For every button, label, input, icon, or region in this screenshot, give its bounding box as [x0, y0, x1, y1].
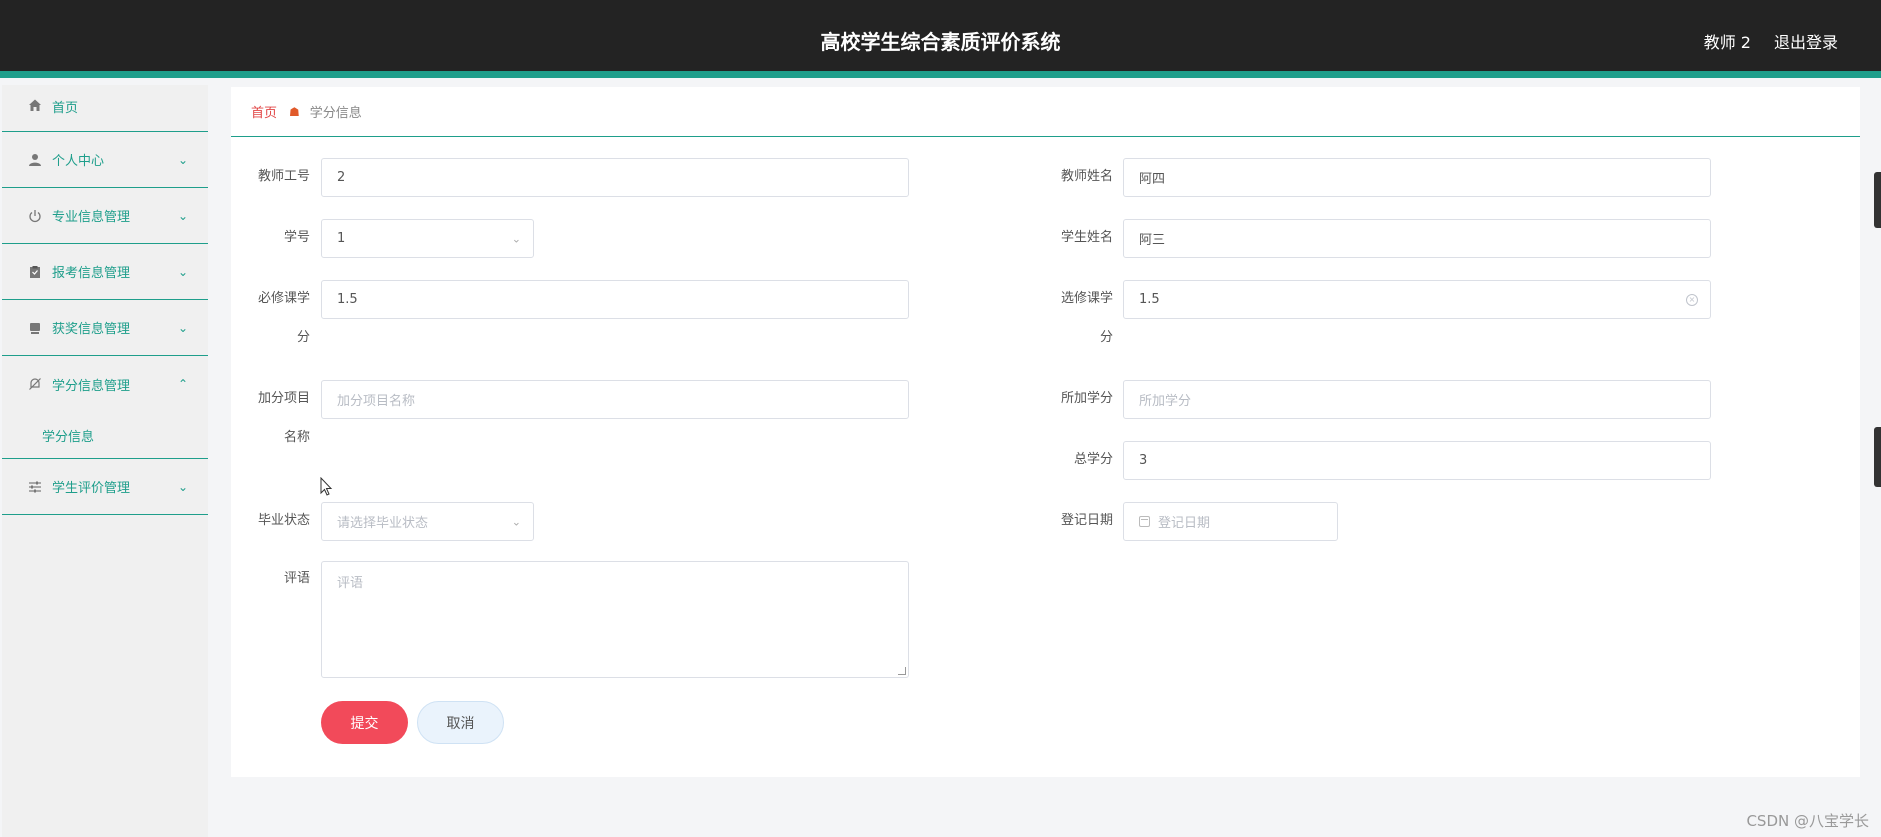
comment-textarea[interactable]: 评语 [321, 561, 909, 678]
chevron-up-icon: ⌃ [177, 377, 188, 391]
sidebar-item-label: 首页 [52, 101, 79, 116]
sidebar-subitem-credit-info[interactable]: 学分信息 [2, 412, 208, 459]
bonus-item-input[interactable]: 加分项目名称 [321, 380, 909, 419]
bonus-item-label: 加分项目 [257, 391, 310, 406]
required-credits-label: 必修课学 [257, 291, 310, 306]
graduation-status-label: 毕业状态 [257, 513, 310, 528]
bonus-item-label-2: 名称 [283, 430, 310, 445]
teacher-name-label: 教师姓名 [1060, 169, 1113, 184]
register-date-picker[interactable]: 登记日期 [1123, 502, 1338, 541]
total-credits-value: 3 [1139, 453, 1148, 468]
sidebar-item-label: 学分信息管理 [52, 378, 131, 394]
bonus-item-placeholder: 加分项目名称 [337, 394, 416, 409]
edge-tab[interactable] [1874, 427, 1881, 487]
watermark: CSDN @八宝学长 [1746, 812, 1869, 830]
house-icon: ☗ [289, 104, 300, 119]
bonus-credits-label: 所加学分 [1060, 391, 1113, 406]
student-name-value: 阿三 [1139, 233, 1166, 248]
chevron-down-icon: ⌄ [177, 152, 188, 167]
teacher-id-label: 教师工号 [257, 169, 310, 184]
elective-credits-value: 1.5 [1139, 292, 1160, 307]
bonus-credits-input[interactable]: 所加学分 [1123, 380, 1711, 419]
chevron-down-icon: ⌄ [511, 515, 521, 528]
student-id-select[interactable]: 1 ⌄ [321, 219, 534, 258]
required-credits-input[interactable]: 1.5 [321, 280, 909, 319]
sidebar-item-personal-center[interactable]: 个人中心 ⌄ [2, 132, 208, 188]
clipboard-icon [27, 264, 43, 280]
elective-credits-label: 选修课学 [1060, 291, 1113, 306]
trophy-icon [27, 320, 43, 336]
sidebar-item-label: 报考信息管理 [52, 266, 131, 281]
elective-credits-input[interactable]: 1.5 × [1123, 280, 1711, 319]
sidebar-item-credit-info[interactable]: 学分信息管理 ⌃ [2, 356, 208, 412]
app-title: 高校学生综合素质评价系统 [820, 30, 1061, 54]
required-credits-value: 1.5 [337, 292, 358, 307]
submit-button[interactable]: 提交 [321, 701, 408, 744]
chevron-down-icon: ⌄ [177, 208, 188, 223]
total-credits-input[interactable]: 3 [1123, 441, 1711, 480]
comment-placeholder: 评语 [337, 576, 364, 591]
sidebar-item-award-info[interactable]: 获奖信息管理 ⌄ [2, 300, 208, 356]
clear-icon[interactable]: × [1686, 293, 1698, 306]
student-name-label: 学生姓名 [1060, 230, 1113, 245]
total-credits-label: 总学分 [1073, 452, 1113, 467]
calendar-icon [1139, 516, 1150, 527]
chevron-down-icon: ⌄ [177, 320, 188, 335]
breadcrumb-home[interactable]: 首页 [251, 102, 277, 121]
required-credits-label-2: 分 [296, 330, 310, 345]
chevron-down-icon: ⌄ [511, 232, 521, 245]
teacher-id-input[interactable]: 2 [321, 158, 909, 197]
chevron-down-icon: ⌄ [177, 479, 188, 494]
home-icon [27, 97, 43, 113]
logout-button[interactable]: 退出登录 [1774, 29, 1838, 53]
sidebar-item-student-evaluation[interactable]: 学生评价管理 ⌄ [2, 459, 208, 515]
register-date-placeholder: 登记日期 [1158, 516, 1211, 531]
main-content: 首页 ☗ 学分信息 教师工号 2 教师姓名 阿四 学号 1 ⌄ 学生姓名 阿三 … [231, 87, 1860, 777]
teacher-name-value: 阿四 [1139, 172, 1166, 187]
edge-tab[interactable] [1874, 172, 1881, 228]
sidebar-item-major-info[interactable]: 专业信息管理 ⌄ [2, 188, 208, 244]
sidebar-item-label: 个人中心 [52, 154, 105, 169]
teacher-id-value: 2 [337, 170, 346, 185]
register-date-label: 登记日期 [1060, 513, 1113, 528]
breadcrumb-current: 学分信息 [309, 106, 362, 121]
comment-label: 评语 [283, 571, 310, 586]
elective-credits-label-2: 分 [1099, 330, 1113, 345]
bell-off-icon [27, 376, 43, 392]
user-icon [27, 152, 43, 168]
chevron-down-icon: ⌄ [177, 264, 188, 279]
sidebar: 首页 个人中心 ⌄ 专业信息管理 ⌄ 报考信息管理 ⌄ 获奖信息管理 ⌄ 学分信… [2, 85, 208, 837]
sidebar-item-label: 获奖信息管理 [52, 322, 131, 337]
student-id-value: 1 [337, 231, 346, 246]
bonus-credits-placeholder: 所加学分 [1139, 394, 1192, 409]
sidebar-item-home[interactable]: 首页 [2, 85, 208, 132]
graduation-status-placeholder: 请选择毕业状态 [337, 516, 429, 531]
power-icon [27, 208, 43, 224]
student-id-label: 学号 [283, 230, 310, 245]
teacher-name-input[interactable]: 阿四 [1123, 158, 1711, 197]
sidebar-item-label: 专业信息管理 [52, 210, 131, 225]
top-header: 高校学生综合素质评价系统 教师 2 退出登录 [0, 0, 1881, 78]
student-name-input[interactable]: 阿三 [1123, 219, 1711, 258]
sidebar-item-label: 学生评价管理 [52, 481, 131, 496]
current-user[interactable]: 教师 2 [1704, 29, 1751, 53]
resize-handle-icon[interactable] [898, 667, 906, 675]
cancel-button[interactable]: 取消 [417, 701, 504, 744]
sliders-icon [27, 479, 43, 495]
graduation-status-select[interactable]: 请选择毕业状态 ⌄ [321, 502, 534, 541]
sidebar-item-exam-info[interactable]: 报考信息管理 ⌄ [2, 244, 208, 300]
breadcrumb: 首页 ☗ 学分信息 [231, 87, 1860, 137]
